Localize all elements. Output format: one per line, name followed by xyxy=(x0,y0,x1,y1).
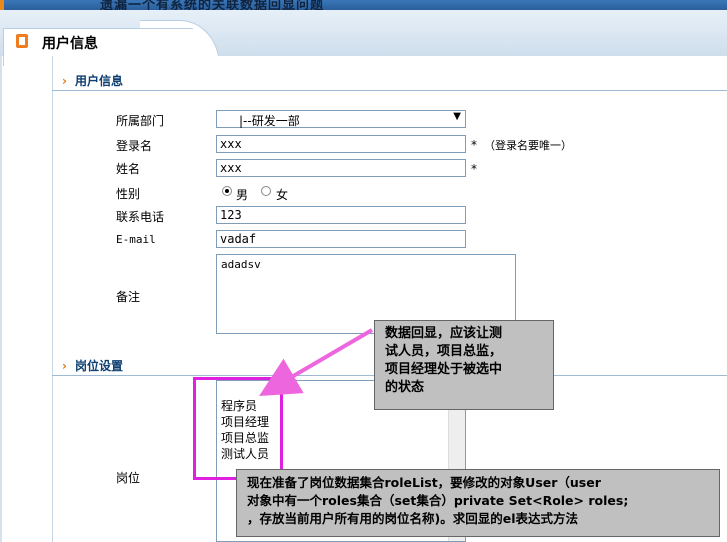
callout-line: 的状态 xyxy=(385,380,425,395)
annotation-callout-1: 数据回显，应该让测 试人员，项目总监， 项目经理处于被选中 的状态 xyxy=(374,320,554,410)
annotation-arrow xyxy=(259,328,374,397)
callout-line: ，存放当前用户所有用的岗位名称)。求回显的el表达式方法 xyxy=(247,511,578,526)
callout-line: 项目经理处于被选中 xyxy=(385,362,503,377)
arrow-line xyxy=(259,328,374,397)
callout-line: 数据回显，应该让测 xyxy=(385,326,503,341)
annotation-callout-2: 现在准备了岗位数据集合roleList，要修改的对象User（user 对象中有… xyxy=(236,469,720,537)
callout-line: 现在准备了岗位数据集合roleList，要修改的对象User（user xyxy=(247,475,601,490)
callout-line: 试人员，项目总监， xyxy=(385,344,503,359)
callout-line: 对象中有一个roles集合（set集合）private Set<Role> ro… xyxy=(247,493,629,508)
